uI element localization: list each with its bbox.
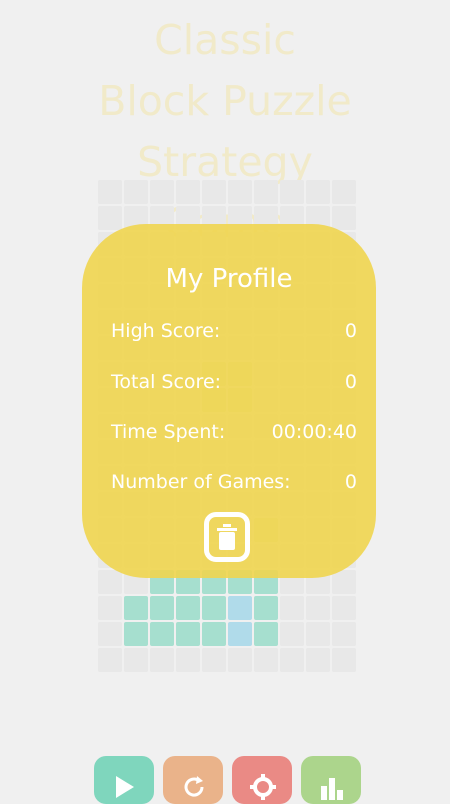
restart-button[interactable] <box>163 756 223 804</box>
stat-row-time-spent: Time Spent: 00:00:40 <box>111 421 357 443</box>
stat-row-number-of-games: Number of Games: 0 <box>111 471 357 493</box>
stat-value: 00:00:40 <box>271 421 357 443</box>
settings-button[interactable] <box>232 756 292 804</box>
stat-value: 0 <box>344 371 357 393</box>
stat-label: Time Spent: <box>111 421 226 443</box>
play-button[interactable] <box>94 756 154 804</box>
leaderboard-button[interactable] <box>301 756 361 804</box>
clear-stats-button[interactable] <box>204 512 250 562</box>
stat-row-high-score: High Score: 0 <box>111 320 357 342</box>
stat-value: 0 <box>344 471 357 493</box>
stat-label: Number of Games: <box>111 471 291 493</box>
restart-icon <box>184 776 204 797</box>
stat-label: Total Score: <box>111 371 222 393</box>
gear-icon <box>250 774 276 800</box>
profile-dialog: My Profile High Score: 0 Total Score: 0 … <box>82 224 376 578</box>
play-icon <box>116 776 134 798</box>
profile-title: My Profile <box>165 264 293 294</box>
stat-value: 0 <box>344 320 357 342</box>
stat-row-total-score: Total Score: 0 <box>111 371 357 393</box>
trash-icon <box>217 524 237 550</box>
bar-chart-icon <box>321 778 343 800</box>
bottom-toolbar <box>94 756 366 804</box>
stat-label: High Score: <box>111 320 221 342</box>
